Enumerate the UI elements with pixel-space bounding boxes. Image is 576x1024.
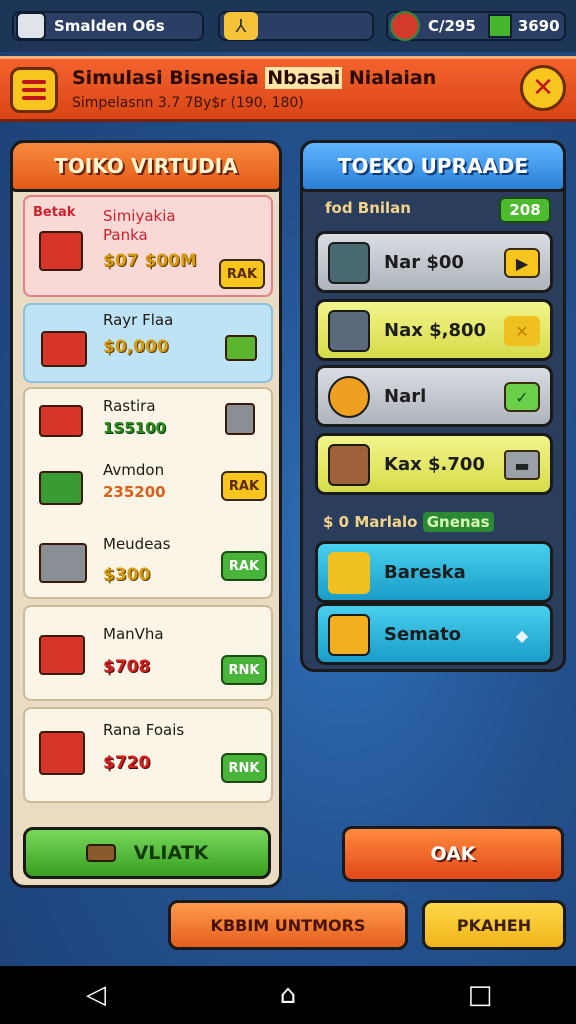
shopping-cart-icon bbox=[39, 543, 87, 583]
item-price: $07 $00M bbox=[103, 251, 197, 271]
item-price: 235200 bbox=[103, 483, 166, 501]
basket-icon bbox=[39, 635, 85, 675]
market-label: $ 0 Marlalo Gnenas bbox=[323, 512, 494, 532]
visit-button[interactable]: VLIATK bbox=[23, 827, 271, 879]
item-price: 1S5100 bbox=[103, 419, 166, 437]
back-icon[interactable]: ◁ bbox=[76, 980, 116, 1010]
close-icon: ✕ bbox=[532, 73, 554, 103]
upgrade-panel: TOEKO UPRAADE fod Bnilan 208 Nar $00 ▶ N… bbox=[300, 140, 566, 672]
item-price: $708 bbox=[103, 657, 151, 677]
upgrade-row[interactable]: Nax $,800 ✕ bbox=[315, 299, 553, 361]
status-bar: Smalden O6s ⅄ C/295 3690 bbox=[0, 0, 576, 52]
player-label: Smalden O6s bbox=[54, 17, 165, 35]
goods-icon bbox=[39, 405, 83, 437]
item-name: Rastira bbox=[103, 397, 156, 415]
energy-icon bbox=[487, 14, 512, 38]
item-name: Avmdon bbox=[103, 461, 165, 479]
item-price: $0,000 bbox=[103, 337, 169, 357]
building-icon bbox=[16, 12, 46, 40]
item-tag: Betak bbox=[33, 205, 76, 220]
list-item[interactable]: Rayr Flaa $0,000 bbox=[23, 303, 273, 383]
crate-icon bbox=[328, 444, 370, 486]
oak-button[interactable]: OAK bbox=[342, 826, 564, 882]
buy-button[interactable]: RAK bbox=[219, 259, 265, 289]
title-banner: Simulasi Bisnesia Nbasai Nialaian Simpel… bbox=[0, 56, 576, 122]
menu-button[interactable] bbox=[10, 67, 58, 113]
page-title: Simulasi Bisnesia Nbasai Nialaian bbox=[72, 67, 437, 89]
item-name: Rana Foais bbox=[103, 721, 185, 739]
globe-icon bbox=[328, 376, 370, 418]
list-item[interactable]: Betak Simiyakia Panka $07 $00M RAK bbox=[23, 195, 273, 297]
cart-icon[interactable] bbox=[225, 403, 255, 435]
item-name: Simiyakia Panka bbox=[103, 207, 176, 244]
pkaver-button[interactable]: PKAHEH bbox=[422, 900, 566, 950]
currency-pill[interactable]: C/295 3690 bbox=[386, 11, 566, 41]
buy-button[interactable]: RAK bbox=[221, 471, 267, 501]
machine-icon bbox=[225, 335, 257, 361]
list-item[interactable]: Rana Foais $720 RNK bbox=[23, 707, 273, 803]
upgrade-subtitle: fod Bnilan bbox=[325, 199, 411, 217]
tool-icon: ⅄ bbox=[224, 12, 258, 40]
kebim-button[interactable]: KBBIM UNTMORS bbox=[168, 900, 408, 950]
server-icon bbox=[328, 242, 370, 284]
home-icon[interactable]: ⌂ bbox=[268, 980, 308, 1010]
box-icon bbox=[328, 310, 370, 352]
system-nav-bar: ◁ ⌂ □ bbox=[0, 966, 576, 1024]
player-pill[interactable]: Smalden O6s bbox=[12, 11, 204, 41]
buy-button[interactable]: RNK bbox=[221, 655, 267, 685]
store-panel: TOIKO VIRTUDIA Betak Simiyakia Panka $07… bbox=[10, 140, 282, 888]
item-price: $300 bbox=[103, 565, 151, 585]
chevron-icon bbox=[328, 552, 370, 594]
coin-icon bbox=[390, 11, 420, 41]
buy-button[interactable]: RAK bbox=[221, 551, 267, 581]
upgrade-row[interactable]: Kax $.700 ▬ bbox=[315, 433, 553, 495]
hammer-icon bbox=[85, 844, 116, 862]
arrow-icon[interactable]: ▶ bbox=[504, 248, 540, 278]
upgrade-panel-title: TOEKO UPRAADE bbox=[300, 140, 566, 192]
upgrade-row[interactable]: Semato ◆ bbox=[315, 603, 553, 665]
diamond-icon[interactable]: ◆ bbox=[504, 620, 540, 650]
page-subtitle: Simpelasnn 3.7 7By$r (190, 180) bbox=[72, 95, 304, 111]
register-icon bbox=[39, 231, 83, 271]
usb-icon[interactable]: ▬ bbox=[504, 450, 540, 480]
item-price: $720 bbox=[103, 753, 151, 773]
currency-value: C/295 bbox=[428, 17, 476, 35]
chart-icon[interactable]: ✓ bbox=[504, 382, 540, 412]
basket-icon bbox=[41, 331, 87, 367]
buy-button[interactable]: RNK bbox=[221, 753, 267, 783]
market-tag: Gnenas bbox=[422, 512, 494, 532]
goods-basket-icon bbox=[39, 731, 85, 775]
store-panel-title: TOIKO VIRTUDIA bbox=[10, 140, 282, 192]
recents-icon[interactable]: □ bbox=[460, 980, 500, 1010]
upgrade-row[interactable]: Bareska bbox=[315, 541, 553, 603]
item-name: Meudeas bbox=[103, 535, 171, 553]
upgrade-row[interactable]: Nar $00 ▶ bbox=[315, 231, 553, 293]
list-item-group: Rastira 1S5100 Avmdon 235200 RAK Meudeas… bbox=[23, 387, 273, 599]
bow-icon[interactable]: ✕ bbox=[504, 316, 540, 346]
energy-value: 3690 bbox=[517, 17, 560, 35]
close-button[interactable]: ✕ bbox=[520, 65, 566, 111]
tools-pill[interactable]: ⅄ bbox=[218, 11, 374, 41]
upgrade-row[interactable]: Narl ✓ bbox=[315, 365, 553, 427]
item-name: Rayr Flaa bbox=[103, 311, 174, 329]
crate-icon bbox=[39, 471, 83, 505]
level-badge: 208 bbox=[499, 197, 551, 223]
list-item[interactable]: ManVha $708 RNK bbox=[23, 605, 273, 701]
item-name: ManVha bbox=[103, 625, 164, 643]
cheese-box-icon bbox=[328, 614, 370, 656]
